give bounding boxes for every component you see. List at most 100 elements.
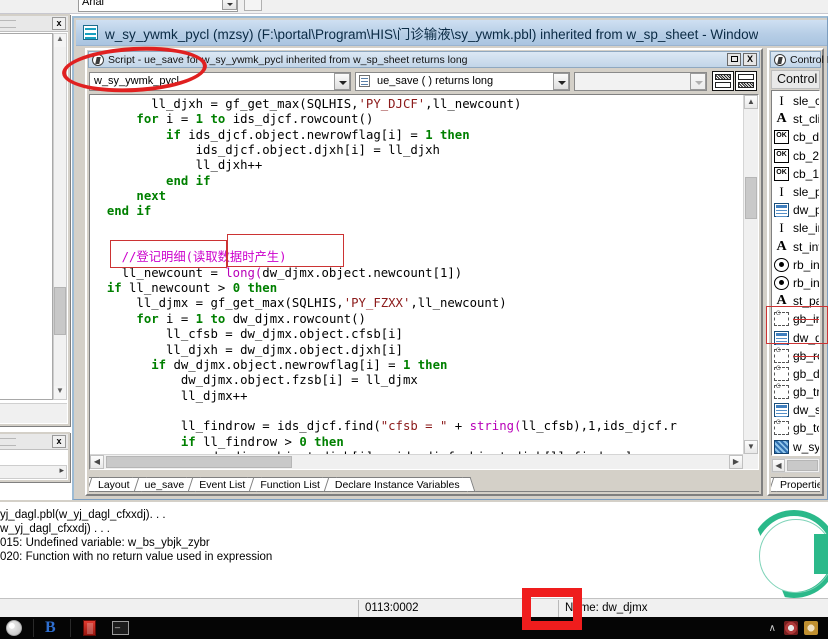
tab-event-list[interactable]: Event List <box>190 477 253 492</box>
script-pane: Script - ue_save for w_sy_ywmk_pycl inhe… <box>85 48 763 496</box>
control-list-item[interactable]: dw_pymx <box>772 201 819 219</box>
background-toolbar-button[interactable] <box>244 0 262 11</box>
commandbutton-icon: OK <box>774 148 789 163</box>
mdi-client-area: Script - ue_save for w_sy_ywmk_pycl inhe… <box>79 48 828 496</box>
chevron-down-icon[interactable] <box>690 72 706 90</box>
output-line: 015: Undefined variable: w_bs_ybjk_zybr <box>0 537 210 549</box>
control-list-item[interactable]: w_sy_ywn <box>772 438 819 455</box>
restore-button[interactable] <box>727 53 741 66</box>
tab-ue_save[interactable]: ue_save <box>135 477 192 492</box>
control-list-item[interactable]: OK cb_delall <box>772 128 819 146</box>
scroll-right-icon[interactable]: ▸ <box>59 465 64 476</box>
red-app-icon <box>83 620 96 636</box>
event-combo[interactable]: ue_save ( ) returns long <box>355 71 570 91</box>
control-list-hscrollbar[interactable]: ◀ <box>771 458 820 473</box>
close-icon[interactable]: x <box>52 435 66 448</box>
code-text[interactable]: ll_djxh = gf_get_max(SQLHIS,'PY_DJCF',ll… <box>92 97 743 454</box>
control-list-item[interactable]: dw_djmx <box>772 328 819 346</box>
control-list-item-label: sle_clinicn <box>793 94 819 109</box>
mdi-titlebar[interactable]: w_sy_ywmk_pycl (mzsy) (F:\portal\Program… <box>76 20 827 46</box>
control-list-item-label: cb_2 <box>793 148 819 163</box>
split-bottom-button[interactable] <box>735 71 757 91</box>
tray-icon-1[interactable] <box>784 621 798 635</box>
control-list-column-header[interactable]: Control <box>771 70 820 89</box>
close-icon[interactable]: x <box>52 17 66 30</box>
control-list-item[interactable]: Ast_clinicn <box>772 110 819 128</box>
radiobutton-icon <box>774 275 789 290</box>
scroll-left-icon[interactable]: ◀ <box>772 459 785 472</box>
background-window-2-hscrollbar[interactable]: ▸ <box>0 465 67 479</box>
control-list-item[interactable]: gb_toolb <box>772 419 819 437</box>
code-editor[interactable]: ll_djxh = gf_get_max(SQLHIS,'PY_DJCF',ll… <box>89 94 759 470</box>
groupbox-icon <box>774 420 789 436</box>
control-list-item[interactable]: rb_invoic <box>772 256 819 274</box>
control-list-item[interactable]: gb_invoic <box>772 310 819 328</box>
control-list-item[interactable]: Ast_patien <box>772 292 819 310</box>
statictext-icon: A <box>776 238 787 254</box>
scroll-down-icon[interactable]: ▼ <box>744 440 758 454</box>
argument-combo[interactable] <box>574 71 707 91</box>
datawindow-icon <box>774 330 789 345</box>
taskbar-item-red-app[interactable] <box>74 617 104 639</box>
background-window-1-statusbar <box>0 403 67 423</box>
scroll-up-icon[interactable]: ▲ <box>744 95 758 109</box>
code-editor-viewport[interactable]: ll_djxh = gf_get_max(SQLHIS,'PY_DJCF',ll… <box>90 95 743 454</box>
font-combo-chevron-down-icon[interactable] <box>222 0 237 10</box>
scroll-left-icon[interactable]: ◀ <box>90 455 104 469</box>
scroll-down-icon[interactable]: ▼ <box>54 386 66 399</box>
control-list-item[interactable]: dw_syd <box>772 401 819 419</box>
chevron-down-icon[interactable] <box>553 72 569 90</box>
tab-function-list[interactable]: Function List <box>251 477 327 492</box>
tab-declare-instance-variables[interactable]: Declare Instance Variables <box>325 477 467 492</box>
chevron-down-icon[interactable] <box>334 72 350 90</box>
control-list-item[interactable]: gb_trans <box>772 383 819 401</box>
control-list-item-label: dw_syd <box>793 403 819 418</box>
split-top-button[interactable] <box>712 71 734 91</box>
scroll-up-icon[interactable]: ▲ <box>54 34 66 47</box>
control-list-items[interactable]: Isle_clinicnAst_clinicnOKcb_delall OK cb_2… <box>771 90 820 456</box>
system-tray[interactable]: ∧ <box>769 621 828 635</box>
taskbar-item-command-prompt[interactable] <box>104 617 134 639</box>
control-list-item[interactable]: Isle_patie <box>772 183 819 201</box>
control-list-item[interactable]: OK cb_1 <box>772 165 819 183</box>
scrollbar-thumb[interactable] <box>745 177 757 219</box>
taskbar[interactable]: B ∧ <box>0 617 828 639</box>
control-list-titlebar[interactable]: Control List <box>770 51 828 68</box>
control-list-item[interactable]: gb_defau <box>772 365 819 383</box>
code-vscrollbar[interactable]: ▲ ▼ <box>743 95 758 454</box>
status-bar-position: 0113:0002 <box>358 599 558 617</box>
control-list-item[interactable]: Isle_clinicn <box>772 92 819 110</box>
scrollbar-thumb[interactable] <box>787 460 818 471</box>
control-list-item[interactable]: rb_invoic <box>772 274 819 292</box>
background-window-1-vscrollbar[interactable]: ▲ ▼ <box>53 33 67 400</box>
script-pane-titlebar[interactable]: Script - ue_save for w_sy_ywmk_pycl inhe… <box>88 51 760 68</box>
script-tab-strip: Layout ue_save Event List Function List Decl… <box>89 473 759 492</box>
chevron-up-icon[interactable]: ∧ <box>769 623 776 634</box>
background-window-1-titlebar: x <box>0 16 68 32</box>
window-painter-icon <box>83 25 98 40</box>
tray-icon-2[interactable] <box>804 621 818 635</box>
tab-layout[interactable]: Layout <box>89 477 137 492</box>
control-list-item-label: st_invoice <box>793 239 819 254</box>
object-combo-value: w_sy_ywmk_pycl <box>94 75 179 87</box>
datawindow-icon <box>774 403 789 418</box>
taskbar-separator <box>33 619 34 637</box>
code-hscrollbar[interactable]: ◀ ▶ <box>90 454 743 469</box>
control-list-item[interactable]: Ast_invoice <box>772 238 819 256</box>
taskbar-item-powerbuilder[interactable]: B <box>37 617 67 639</box>
tab-properties[interactable]: Properties <box>771 477 820 492</box>
taskbar-item-internet-explorer[interactable] <box>0 617 30 639</box>
close-button[interactable]: X <box>743 53 757 66</box>
scrollbar-thumb[interactable] <box>54 287 66 335</box>
control-list-item[interactable]: gb_recip <box>772 347 819 365</box>
scrollbar-thumb[interactable] <box>106 456 292 468</box>
background-window-2-title-lines <box>0 438 16 446</box>
control-list-item[interactable]: OK cb_2 <box>772 147 819 165</box>
control-list-item-label: rb_invoic <box>793 257 819 272</box>
control-list-icon <box>774 53 786 66</box>
output-panel[interactable]: yj_dagl.pbl(w_yj_dagl_cfxxdj). . . w_yj_d… <box>0 500 828 598</box>
control-list-item[interactable]: Isle_invoic <box>772 219 819 237</box>
font-name-combo[interactable]: Arial <box>78 0 238 12</box>
object-combo[interactable]: w_sy_ywmk_pycl <box>89 71 351 91</box>
scroll-right-icon[interactable]: ▶ <box>729 455 743 469</box>
